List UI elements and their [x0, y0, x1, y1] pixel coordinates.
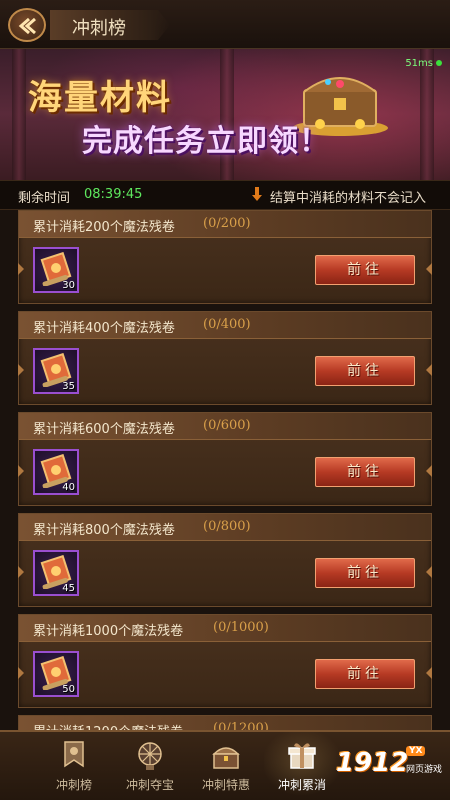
banner-icon [64, 741, 84, 768]
go-button[interactable]: 前往 [315, 356, 415, 386]
gift-box-icon [288, 743, 316, 769]
task-progress: (0/400) [203, 317, 251, 332]
brand-tag: YX [406, 746, 426, 756]
tab-label: 冲刺累消 [277, 778, 326, 792]
task-progress: (0/600) [203, 418, 251, 433]
tab-label: 冲刺榜 [55, 778, 92, 792]
brand-subtitle: 网页游戏 [406, 765, 443, 775]
status-dot-icon [436, 60, 442, 66]
task-name: 累计消耗600个魔法残卷 [33, 422, 175, 437]
countdown-timer: 08:39:45 [84, 187, 143, 202]
banner-subheadline: 完成任务立即领！ [82, 124, 330, 159]
task-progress: (0/200) [203, 216, 251, 231]
promo-banner: 51ms 海量材料 完成任务立即领！ [0, 48, 450, 180]
latency-indicator: 51ms [405, 58, 442, 69]
notice-text: 结算中消耗的材料不会记入 [270, 191, 427, 206]
task-header: 累计消耗800个魔法残卷 (0/800) [19, 514, 431, 541]
reward-item-slot[interactable]: 40 [33, 449, 79, 495]
tab-label: 冲刺特惠 [201, 778, 250, 792]
task-card: 累计消耗400个魔法残卷 (0/400) 35 前往 [18, 311, 432, 405]
task-header: 累计消耗1000个魔法残卷 (0/1000) [19, 615, 431, 642]
task-header: 累计消耗400个魔法残卷 (0/400) [19, 312, 431, 339]
task-name: 累计消耗1000个魔法残卷 [33, 624, 184, 639]
page-title: 冲刺榜 [72, 18, 126, 39]
bottom-nav: 冲刺榜 冲刺夺宝 冲刺特惠 冲刺累消 1912 YX 网页游戏 [0, 730, 450, 800]
task-header: 累计消耗200个魔法残卷 (0/200) [19, 211, 431, 238]
reward-count: 30 [62, 280, 75, 291]
tab-sprint-rank[interactable]: 冲刺榜 [36, 732, 112, 800]
go-button[interactable]: 前往 [315, 457, 415, 487]
header-bar: 冲刺榜 [0, 0, 450, 49]
go-button[interactable]: 前往 [315, 558, 415, 588]
warning-arrow-icon [252, 187, 262, 201]
task-card: 累计消耗1000个魔法残卷 (0/1000) 50 前往 [18, 614, 432, 708]
reward-item-slot[interactable]: 45 [33, 550, 79, 596]
task-card: 累计消耗200个魔法残卷 (0/200) 30 前往 [18, 210, 432, 304]
task-name: 累计消耗800个魔法残卷 [33, 523, 175, 538]
task-card: 累计消耗600个魔法残卷 (0/600) 40 前往 [18, 412, 432, 506]
task-progress: (0/800) [203, 519, 251, 534]
tab-sprint-deals[interactable]: 冲刺特惠 [188, 732, 264, 800]
task-card: 累计消耗800个魔法残卷 (0/800) 45 前往 [18, 513, 432, 607]
task-name: 累计消耗400个魔法残卷 [33, 321, 175, 336]
wheel-icon [138, 742, 162, 770]
tab-label: 冲刺夺宝 [125, 778, 174, 792]
timer-strip: 剩余时间 08:39:45 结算中消耗的材料不会记入 [0, 180, 450, 210]
tab-sprint-treasure[interactable]: 冲刺夺宝 [112, 732, 188, 800]
reward-count: 35 [62, 381, 75, 392]
reward-count: 45 [62, 583, 75, 594]
brand-number: 1912 [336, 748, 409, 778]
brand-logo: 1912 YX 网页游戏 [336, 746, 446, 790]
task-header: 累计消耗600个魔法残卷 (0/600) [19, 413, 431, 440]
back-button[interactable] [8, 8, 46, 42]
reward-item-slot[interactable]: 50 [33, 651, 79, 697]
reward-count: 40 [62, 482, 75, 493]
tab-sprint-consume[interactable]: 冲刺累消 [264, 732, 340, 800]
reward-item-slot[interactable]: 35 [33, 348, 79, 394]
task-progress: (0/1000) [213, 620, 269, 635]
task-list[interactable]: 累计消耗200个魔法残卷 (0/200) 30 前往 累计消耗400个魔法残卷 … [0, 210, 450, 738]
go-button[interactable]: 前往 [315, 255, 415, 285]
banner-headline: 海量材料 [28, 78, 172, 118]
task-name: 累计消耗200个魔法残卷 [33, 220, 175, 235]
treasure-chest-icon [212, 747, 240, 769]
reward-count: 50 [62, 684, 75, 695]
back-arrow-icon [18, 17, 36, 35]
timer-label: 剩余时间 [18, 191, 71, 206]
reward-item-slot[interactable]: 30 [33, 247, 79, 293]
go-button[interactable]: 前往 [315, 659, 415, 689]
